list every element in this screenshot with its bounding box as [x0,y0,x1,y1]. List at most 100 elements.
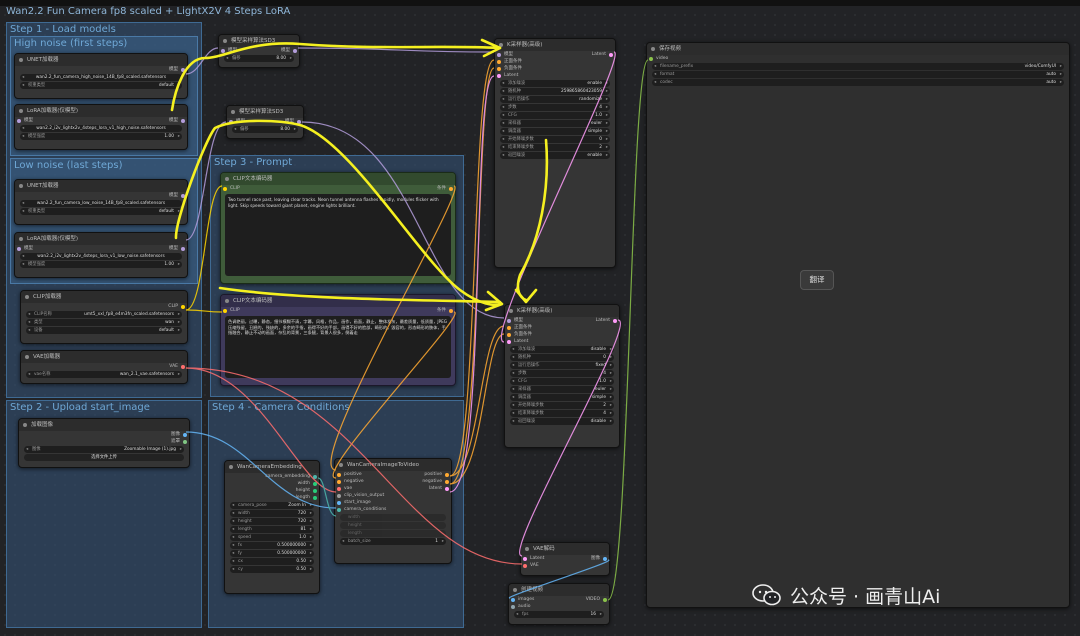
create-video-node[interactable]: 创建视频 images audio fps16 VIDEO [508,583,610,625]
port-dot[interactable] [337,501,341,505]
output-mask[interactable]: 遮罩 [19,438,189,445]
port-dot[interactable] [449,187,453,191]
save-video-node[interactable]: 保存视频 video filename_prefixvideo/ComfyUIf… [646,42,1070,608]
output-model[interactable]: 模型 [15,192,187,199]
ksampler-widget-0[interactable]: 添加噪波 enable [500,80,610,87]
unet-loader-low[interactable]: UNET加载器 模型 wan2.2_fun_camera_low_noise_1… [14,179,188,225]
save-format-widget[interactable]: format auto [652,71,1064,78]
weight-dtype-widget[interactable]: 权重类型default [20,208,182,215]
ksampler-widget-3[interactable]: 步数 4 [500,104,610,111]
output-model[interactable]: 模型 [15,66,187,73]
port-dot[interactable] [337,487,341,491]
port-dot[interactable] [313,482,317,486]
ksampler-widget-2[interactable]: 运行后操作 fixed [510,362,614,369]
load-image-node[interactable]: 加载图像 图像 遮罩 图像Zoomable Image (1).jpg 选择文件… [18,418,190,468]
output-height[interactable]: height [225,487,319,494]
input-camera-conditions[interactable]: camera_conditions [335,506,451,513]
vae-name-widget[interactable]: vae名称wan_2.1_vae.safetensors [26,371,182,378]
clip-text-encode-positive[interactable]: CLIP文本编码器 CLIP Two tunnel race past, lea… [220,172,456,284]
port-dot[interactable] [183,440,187,444]
port-dot[interactable] [17,119,21,123]
input-positive[interactable]: 正面条件 [495,58,615,65]
vae-decode-node[interactable]: VAE解码 Latent VAE 图像 [520,542,610,576]
input-start-image[interactable]: start_image [335,499,451,506]
output-image[interactable]: 图像 [556,555,609,562]
lora-loader-low[interactable]: LoRA加载器(仅模型) 模型 wan2.2_i2v_lightx2v_4ste… [14,232,188,278]
ksampler-widget-2[interactable]: 运行后操作 randomize [500,96,610,103]
output-clip[interactable]: CLIP [21,303,187,310]
input-clip-vision-output[interactable]: clip_vision_output [335,492,451,499]
port-dot[interactable] [523,564,527,568]
fx-widget[interactable]: fx 0.500000000 [230,542,314,549]
port-dot[interactable] [223,187,227,191]
port-dot[interactable] [507,333,511,337]
output-model[interactable]: 模型 [246,47,299,54]
clip-name-widget[interactable]: CLIP名称umt5_xxl_fp8_e4m3fn_scaled.safeten… [26,311,182,318]
port-dot[interactable] [17,247,21,251]
ksampler-widget-3[interactable]: 步数 4 [510,370,614,377]
port-dot[interactable] [337,473,341,477]
fy-widget[interactable]: fy 0.500000000 [230,550,314,557]
output-width[interactable]: width [225,480,319,487]
input-audio[interactable]: audio [509,603,609,610]
output-conditioning[interactable]: 条件 [402,185,455,192]
output-latent[interactable]: Latent [560,317,619,324]
height-widget[interactable]: height 720 [230,518,314,525]
port-dot[interactable] [649,57,653,61]
port-dot[interactable] [449,309,453,313]
node-canvas[interactable]: Wan2.2 Fun Camera fp8 scaled + LightX2V … [0,0,1080,636]
image-select-widget[interactable]: 图像Zoomable Image (1).jpg [24,446,184,453]
strength-widget[interactable]: 模型强度1.00 [20,261,182,268]
port-dot[interactable] [313,489,317,493]
ksampler-widget-6[interactable]: 调度器 simple [500,128,610,135]
unet-loader-high[interactable]: UNET加载器 模型 wan2.2_fun_camera_high_noise_… [14,53,188,99]
port-dot[interactable] [507,319,511,323]
weight-dtype-widget[interactable]: 权重类型default [20,82,182,89]
clip-type-widget[interactable]: 类型wan [26,319,182,326]
input-negative[interactable]: negative [335,478,451,485]
clip-loader[interactable]: CLIP加载器 CLIP CLIP名称umt5_xxl_fp8_e4m3fn_s… [20,290,188,344]
ksampler-widget-5[interactable]: 采样器 euler [500,120,610,127]
output-latent[interactable]: Latent [556,51,615,58]
cy-widget[interactable]: cy 0.50 [230,566,314,573]
ksampler-widget-4[interactable]: CFG 1.0 [500,112,610,119]
port-dot[interactable] [183,433,187,437]
ksampler-widget-9[interactable]: 返回噪波 enable [500,152,610,159]
output-model[interactable]: 模型 [134,245,187,252]
ksampler-widget-9[interactable]: 返回噪波 disable [510,418,614,425]
input-latent[interactable]: Latent [495,72,615,79]
model-sampling-sd3-a[interactable]: 模型采样算法SD3 模型 偏移8.00 模型 [218,34,300,68]
port-dot[interactable] [297,120,301,124]
port-dot[interactable] [603,598,607,602]
port-dot[interactable] [181,119,185,123]
output-image[interactable]: 图像 [19,431,189,438]
port-dot[interactable] [507,340,511,344]
input-positive[interactable]: 正面条件 [505,324,619,331]
port-dot[interactable] [181,68,185,72]
port-dot[interactable] [497,67,501,71]
output-camera-embedding[interactable]: camera_embedding [225,473,319,480]
port-dot[interactable] [293,49,297,53]
length-widget[interactable]: length 81 [230,526,314,533]
ksampler-widget-1[interactable]: 随机种 259865860423059 [500,88,610,95]
port-dot[interactable] [337,480,341,484]
ksampler-widget-7[interactable]: 开始降噪步数 0 [500,136,610,143]
port-dot[interactable] [337,494,341,498]
port-dot[interactable] [511,605,515,609]
input-positive[interactable]: positive [335,471,451,478]
port-dot[interactable] [181,247,185,251]
output-conditioning[interactable]: 条件 [402,307,455,314]
ksampler-advanced-1[interactable]: K采样器(高级) 模型 正面条件 负面条件 Latent 添加噪波enable随… [494,38,616,268]
unet-name-widget[interactable]: wan2.2_fun_camera_high_noise_14B_fp8_sca… [20,74,182,81]
ksampler-widget-6[interactable]: 调度器 simple [510,394,614,401]
port-dot[interactable] [229,120,233,124]
ksampler-widget-7[interactable]: 开始降噪步数 2 [510,402,614,409]
port-dot[interactable] [497,60,501,64]
input-negative[interactable]: 负面条件 [495,65,615,72]
lora-name-widget[interactable]: wan2.2_i2v_lightx2v_4steps_lora_v1_low_n… [20,253,182,260]
port-dot[interactable] [507,326,511,330]
port-dot[interactable] [223,309,227,313]
ksampler-widget-0[interactable]: 添加噪波 disable [510,346,614,353]
ksampler-widget-5[interactable]: 采样器 euler [510,386,614,393]
lora-loader-high[interactable]: LoRA加载器(仅模型) 模型 wan2.2_i2v_lightx2v_4ste… [14,104,188,150]
